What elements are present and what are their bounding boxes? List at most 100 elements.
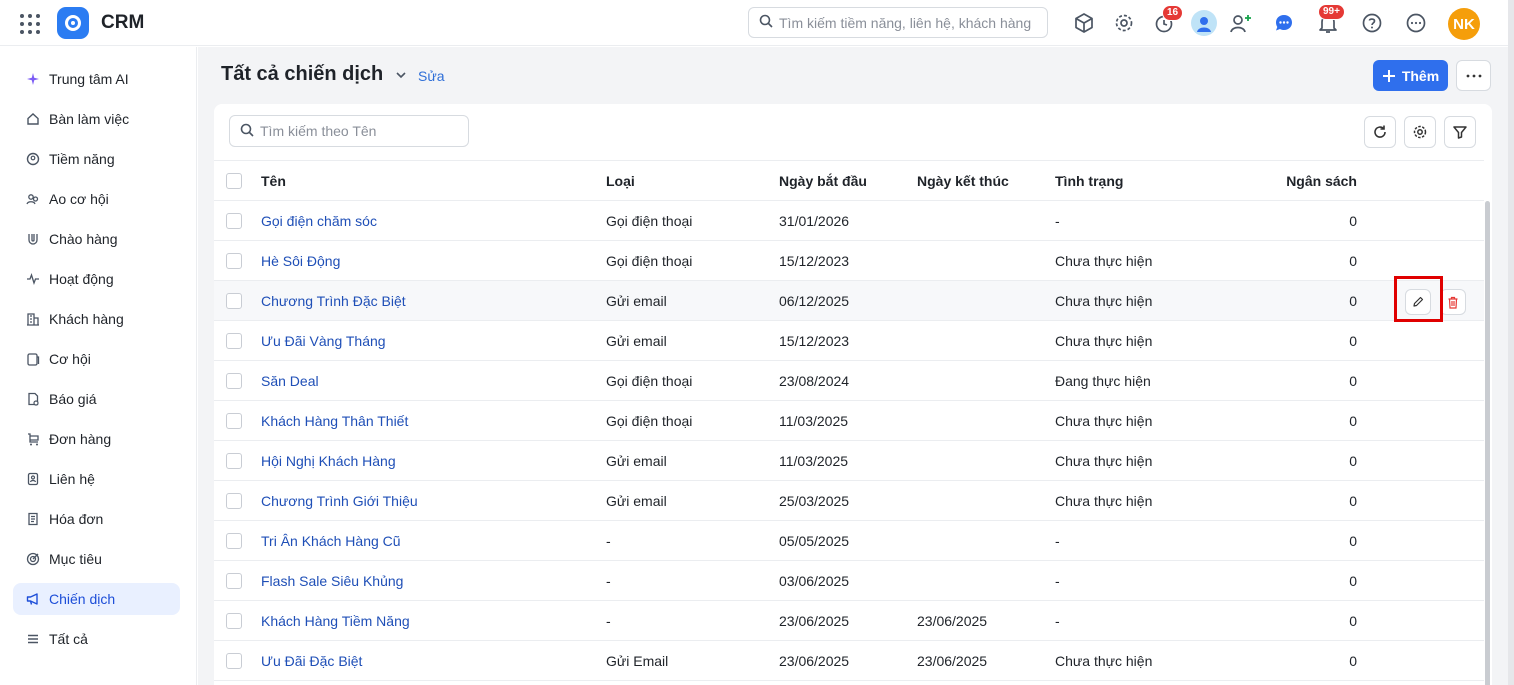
chevron-down-icon[interactable] [395, 68, 407, 84]
list-search-input[interactable] [260, 123, 460, 139]
filter-button[interactable] [1444, 116, 1476, 148]
campaign-type: Gửi email [606, 453, 667, 469]
more-options-icon[interactable] [1403, 10, 1429, 36]
sidebar-item[interactable]: Cơ hội [13, 343, 180, 375]
start-date: 05/05/2025 [779, 533, 850, 549]
edit-view-link[interactable]: Sửa [418, 68, 445, 84]
campaign-name-link[interactable]: Khách Hàng Tiềm Năng [261, 613, 410, 629]
global-search[interactable] [748, 7, 1048, 38]
campaign-name-link[interactable]: Gọi điện chăm sóc [261, 213, 377, 229]
table-row[interactable]: Chương Trình Đặc Biệt Gửi email 06/12/2025… [214, 281, 1484, 321]
row-checkbox[interactable] [226, 253, 242, 269]
more-actions-button[interactable] [1456, 60, 1491, 91]
sidebar-item-label: Ao cơ hội [49, 191, 109, 207]
budget: 0 [1349, 293, 1357, 309]
sidebar-item[interactable]: Liên hệ [13, 463, 180, 495]
refresh-button[interactable] [1364, 116, 1396, 148]
sidebar-item[interactable]: Trung tâm AI [13, 63, 180, 95]
campaign-name-link[interactable]: Chương Trình Đặc Biệt [261, 293, 406, 309]
row-checkbox[interactable] [226, 373, 242, 389]
table-row[interactable]: Chương Trình Giới Thiệu Gửi email 25/03/20… [214, 481, 1484, 521]
sidebar-item[interactable]: Hoạt động [13, 263, 180, 295]
help-icon[interactable] [1359, 10, 1385, 36]
sidebar-item[interactable]: Hóa đơn [13, 503, 180, 535]
row-checkbox[interactable] [226, 293, 242, 309]
sidebar-item[interactable]: Báo giá [13, 383, 180, 415]
campaign-name-link[interactable]: Ưu Đãi Vàng Tháng [261, 333, 386, 349]
sparkle-icon [25, 71, 41, 87]
column-header-status[interactable]: Tình trạng [1055, 173, 1123, 189]
sidebar-item[interactable]: Khách hàng [13, 303, 180, 335]
add-campaign-button[interactable]: Thêm [1373, 60, 1448, 91]
search-icon [759, 14, 773, 31]
campaign-name-link[interactable]: Hội Nghị Khách Hàng [261, 453, 396, 469]
column-header-end-date[interactable]: Ngày kết thúc [917, 173, 1009, 189]
row-checkbox[interactable] [226, 333, 242, 349]
start-date: 11/03/2025 [779, 453, 849, 469]
column-header-type[interactable]: Loại [606, 173, 635, 189]
sidebar-item[interactable]: Chiến dịch [13, 583, 180, 615]
row-checkbox[interactable] [226, 613, 242, 629]
column-header-budget[interactable]: Ngân sách [1277, 173, 1357, 189]
row-checkbox[interactable] [226, 213, 242, 229]
campaign-name-link[interactable]: Tri Ân Khách Hàng Cũ [261, 533, 401, 549]
row-checkbox[interactable] [226, 453, 242, 469]
chat-icon[interactable] [1271, 10, 1297, 36]
status: Chưa thực hiện [1055, 453, 1153, 469]
global-search-input[interactable] [779, 14, 1039, 31]
sidebar-item[interactable]: Chào hàng [13, 223, 180, 255]
sidebar-item[interactable]: Mục tiêu [13, 543, 180, 575]
campaign-name-link[interactable]: Flash Sale Siêu Khủng [261, 573, 403, 589]
table-row[interactable]: Hội Nghị Khách Hàng Gửi email 11/03/2025 Ch… [214, 441, 1484, 481]
campaign-name-link[interactable]: Săn Deal [261, 373, 319, 389]
column-header-start-date[interactable]: Ngày bắt đầu [779, 173, 867, 189]
sidebar-item[interactable]: Ao cơ hội [13, 183, 180, 215]
page-title: Tất cả chiến dịch [221, 63, 384, 85]
campaign-name-link[interactable]: Khách Hàng Thân Thiết [261, 413, 408, 429]
sidebar-item[interactable]: Đơn hàng [13, 423, 180, 455]
table-row[interactable]: Khách Hàng Tiềm Năng - 23/06/2025 23/06/202… [214, 601, 1484, 641]
row-checkbox[interactable] [226, 653, 242, 669]
sidebar-item-label: Báo giá [49, 391, 97, 407]
budget: 0 [1349, 573, 1357, 589]
campaign-name-link[interactable]: Hè Sôi Động [261, 253, 340, 269]
user-photo-avatar[interactable] [1191, 10, 1217, 36]
sidebar-item[interactable]: Tiềm năng [13, 143, 180, 175]
status: Chưa thực hiện [1055, 493, 1153, 509]
settings-gear-icon[interactable] [1111, 10, 1137, 36]
table-header: Tên Loại Ngày bắt đầu Ngày kết thúc Tình… [214, 160, 1484, 201]
campaign-name-link[interactable]: Chương Trình Giới Thiệu [261, 493, 418, 509]
table-row[interactable]: Khách Hàng Thân Thiết Gọi điện thoại 11/03… [214, 401, 1484, 441]
add-user-icon[interactable] [1228, 10, 1254, 36]
app-launcher-icon[interactable] [18, 12, 40, 34]
column-header-name[interactable]: Tên [261, 173, 286, 189]
list-search[interactable] [229, 115, 469, 147]
sidebar-item[interactable]: Bàn làm việc [13, 103, 180, 135]
table-row[interactable]: Hè Sôi Động Gọi điện thoại 15/12/2023 Chưa … [214, 241, 1484, 281]
column-settings-button[interactable] [1404, 116, 1436, 148]
megaphone-icon [25, 591, 41, 607]
status: Chưa thực hiện [1055, 413, 1153, 429]
delete-row-button[interactable] [1440, 289, 1466, 315]
cube-icon[interactable] [1071, 10, 1097, 36]
row-checkbox[interactable] [226, 493, 242, 509]
sidebar-item[interactable]: Tất cả [13, 623, 180, 655]
sidebar-item-label: Bàn làm việc [49, 111, 130, 127]
table-row[interactable]: Flash Sale Siêu Khủng - 03/06/2025 - 0 [214, 561, 1484, 601]
table-row[interactable]: Ưu Đãi Đặc Biệt Gửi Email 23/06/2025 23/06/… [214, 641, 1484, 681]
row-checkbox[interactable] [226, 533, 242, 549]
vertical-scrollbar[interactable] [1485, 201, 1490, 685]
campaign-name-link[interactable]: Ưu Đãi Đặc Biệt [261, 653, 362, 669]
table-row[interactable]: Tri Ân Khách Hàng Cũ - 05/05/2025 - 0 [214, 521, 1484, 561]
row-checkbox[interactable] [226, 573, 242, 589]
row-checkbox[interactable] [226, 413, 242, 429]
status: - [1055, 613, 1060, 629]
table-row[interactable]: Gọi điện chăm sóc Gọi điện thoại 31/01/202… [214, 201, 1484, 241]
user-avatar[interactable]: NK [1448, 8, 1480, 40]
start-date: 31/01/2026 [779, 213, 850, 229]
table-row[interactable]: Ưu Đãi Vàng Tháng Gửi email 15/12/2023 Chưa… [214, 321, 1484, 361]
table-row[interactable]: Săn Deal Gọi điện thoại 23/08/2024 Đang thự… [214, 361, 1484, 401]
start-date: 03/06/2025 [779, 573, 850, 589]
campaign-type: Gọi điện thoại [606, 413, 693, 429]
select-all-checkbox[interactable] [226, 173, 242, 189]
